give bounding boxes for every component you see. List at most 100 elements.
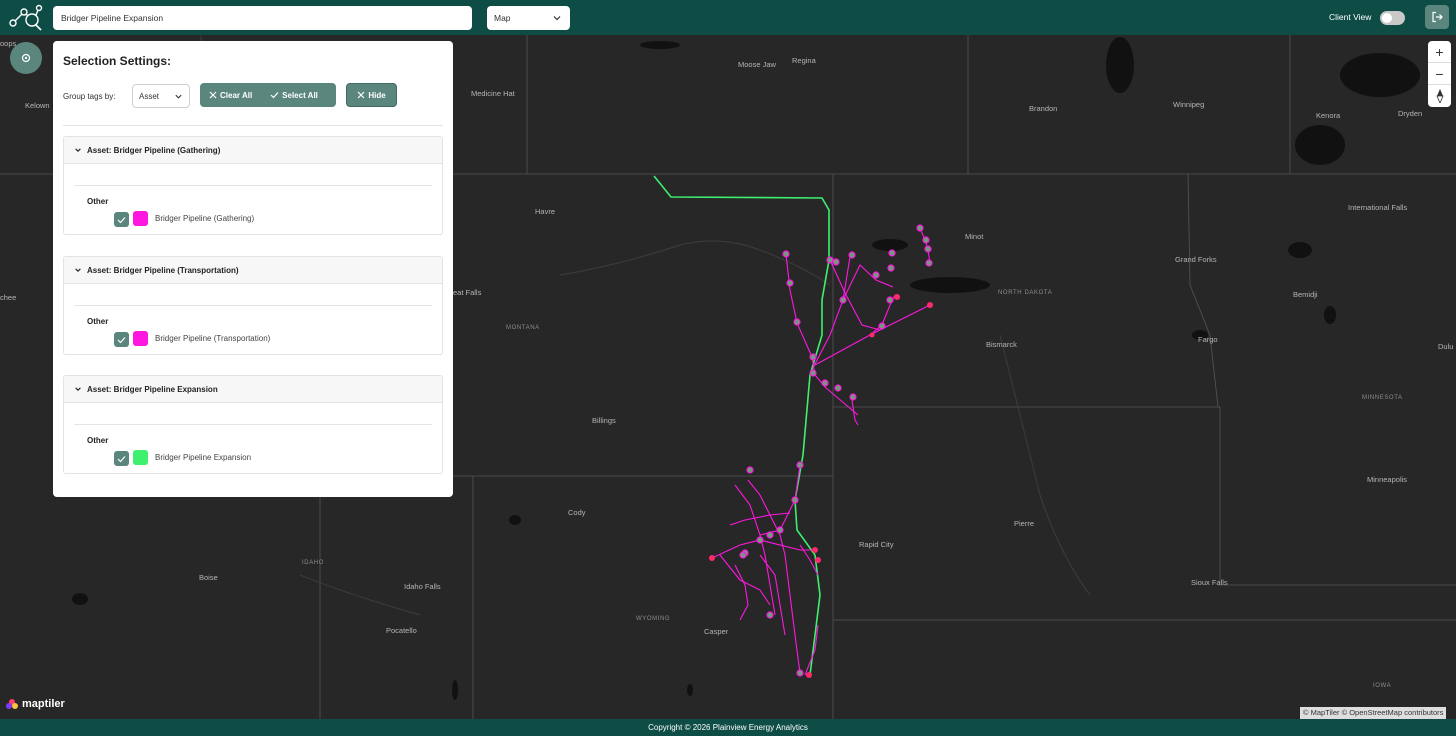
client-view-label: Client View (1329, 12, 1372, 22)
section-title: Asset: Bridger Pipeline Expansion (87, 384, 218, 394)
chevron-down-icon (175, 94, 182, 99)
panel-title: Selection Settings: (63, 54, 172, 68)
close-icon (357, 91, 365, 99)
section-divider (74, 305, 432, 306)
logout-button[interactable] (1425, 5, 1449, 29)
check-icon (117, 455, 126, 462)
group-tags-select[interactable]: Asset (132, 84, 190, 108)
footer-copyright: Copyright © 2026 Plainview Energy Analyt… (0, 719, 1456, 736)
map-label-chee: chee (0, 293, 17, 302)
map-label-duluth: Dulu (1438, 342, 1454, 351)
section-divider (74, 185, 432, 186)
item-checkbox[interactable] (114, 332, 129, 347)
chevron-down-icon (553, 16, 561, 21)
maptiler-logo-icon (6, 699, 18, 709)
map-label-dryden: Dryden (1398, 109, 1423, 118)
close-icon (209, 91, 217, 99)
clear-all-button[interactable]: Clear All (200, 83, 261, 107)
select-all-button[interactable]: Select All (261, 83, 327, 107)
map-label-idaho: IDAHO (302, 560, 325, 566)
top-bar: Bridger Pipeline Expansion Map Client Vi… (0, 0, 1456, 35)
view-select[interactable]: Map (487, 6, 570, 30)
map-label-minot: Minot (965, 232, 984, 241)
item-checkbox[interactable] (114, 212, 129, 227)
group-label: Other (87, 317, 109, 326)
toggle-knob (1382, 13, 1392, 23)
selection-settings-button[interactable] (10, 42, 42, 74)
target-icon (21, 53, 31, 63)
chevron-down-icon (75, 387, 81, 391)
asset-section-transportation: Asset: Bridger Pipeline (Transportation)… (63, 256, 443, 355)
color-swatch[interactable] (133, 450, 148, 465)
map-label-sioux-falls: Sioux Falls (1191, 578, 1228, 587)
section-header[interactable]: Asset: Bridger Pipeline (Transportation) (64, 257, 442, 284)
map-label-rapid-city: Rapid City (859, 540, 894, 549)
map-label-pocatello: Pocatello (386, 626, 417, 635)
map-label-montana: MONTANA (506, 325, 540, 331)
map-label-iowa: IOWA (1373, 683, 1392, 689)
maptiler-logo[interactable]: maptiler (5, 697, 65, 711)
section-header[interactable]: Asset: Bridger Pipeline Expansion (64, 376, 442, 403)
check-icon (270, 92, 279, 99)
map-label-regina: Regina (792, 56, 816, 65)
map-label-wyoming: WYOMING (636, 616, 671, 622)
client-view-toggle[interactable] (1380, 11, 1405, 25)
section-header[interactable]: Asset: Bridger Pipeline (Gathering) (64, 137, 442, 164)
map-label-idaho-falls: Idaho Falls (404, 582, 441, 591)
hide-label: Hide (368, 90, 386, 100)
compass-icon (1435, 89, 1444, 103)
section-divider (74, 424, 432, 425)
map-label-international-falls: International Falls (1348, 203, 1408, 212)
map-label-great-falls: eat Falls (453, 288, 482, 297)
map-label-billings: Billings (592, 416, 616, 425)
color-swatch[interactable] (133, 211, 148, 226)
item-label: Bridger Pipeline (Transportation) (155, 334, 271, 343)
map-label-brandon: Brandon (1029, 104, 1058, 113)
map-label-havre: Havre (535, 207, 556, 216)
section-title: Asset: Bridger Pipeline (Transportation) (87, 265, 239, 275)
group-label: Other (87, 436, 109, 445)
map-label-minnesota: MINNESOTA (1362, 395, 1403, 401)
map-label-grand-forks: Grand Forks (1175, 255, 1217, 264)
item-checkbox[interactable] (114, 451, 129, 466)
map-label-bemidji: Bemidji (1293, 290, 1318, 299)
chevron-down-icon (75, 148, 81, 152)
map-label-kelowna: Kelown (25, 101, 50, 110)
map-label-kenora: Kenora (1316, 111, 1341, 120)
maptiler-brand-text: maptiler (22, 698, 65, 710)
group-tags-value: Asset (139, 92, 160, 101)
map-label-north-dakota: NORTH DAKOTA (998, 290, 1053, 296)
section-title: Asset: Bridger Pipeline (Gathering) (87, 145, 221, 155)
map-label-medicine-hat: Medicine Hat (471, 89, 515, 98)
clear-all-label: Clear All (220, 90, 253, 100)
chevron-down-icon (75, 268, 81, 272)
map-attribution[interactable]: © MapTiler © OpenStreetMap contributors (1300, 707, 1447, 719)
selection-settings-panel: Selection Settings: Group tags by: Asset… (53, 41, 453, 497)
asset-search-input[interactable]: Bridger Pipeline Expansion (53, 6, 472, 30)
color-swatch[interactable] (133, 331, 148, 346)
map-label-fargo: Fargo (1198, 335, 1218, 344)
zoom-out-button[interactable]: − (1428, 63, 1451, 85)
map-label-moose-jaw: Moose Jaw (738, 60, 776, 69)
compass-button[interactable] (1428, 85, 1451, 107)
asset-section-gathering: Asset: Bridger Pipeline (Gathering) Othe… (63, 136, 443, 235)
bulk-select-button-group: Clear All Select All (200, 83, 336, 107)
zoom-in-button[interactable]: + (1428, 41, 1451, 63)
map-label-casper: Casper (704, 627, 729, 636)
map-label-bismarck: Bismarck (986, 340, 1017, 349)
group-label: Other (87, 197, 109, 206)
item-label: Bridger Pipeline Expansion (155, 453, 252, 462)
panel-divider (63, 125, 443, 126)
asset-section-expansion: Asset: Bridger Pipeline Expansion Other … (63, 375, 443, 474)
map-label-winnipeg: Winnipeg (1173, 100, 1205, 109)
logout-icon (1432, 11, 1443, 23)
map-label-pierre: Pierre (1014, 519, 1035, 528)
hide-button[interactable]: Hide (346, 83, 397, 107)
check-icon (117, 336, 126, 343)
group-tags-label: Group tags by: (63, 92, 116, 101)
map-label-minneapolis: Minneapolis (1367, 475, 1408, 484)
map-zoom-controls: + − (1428, 41, 1451, 107)
map-label-boise: Boise (199, 573, 218, 582)
network-logo-icon[interactable] (8, 3, 44, 31)
view-select-value: Map (494, 13, 511, 23)
